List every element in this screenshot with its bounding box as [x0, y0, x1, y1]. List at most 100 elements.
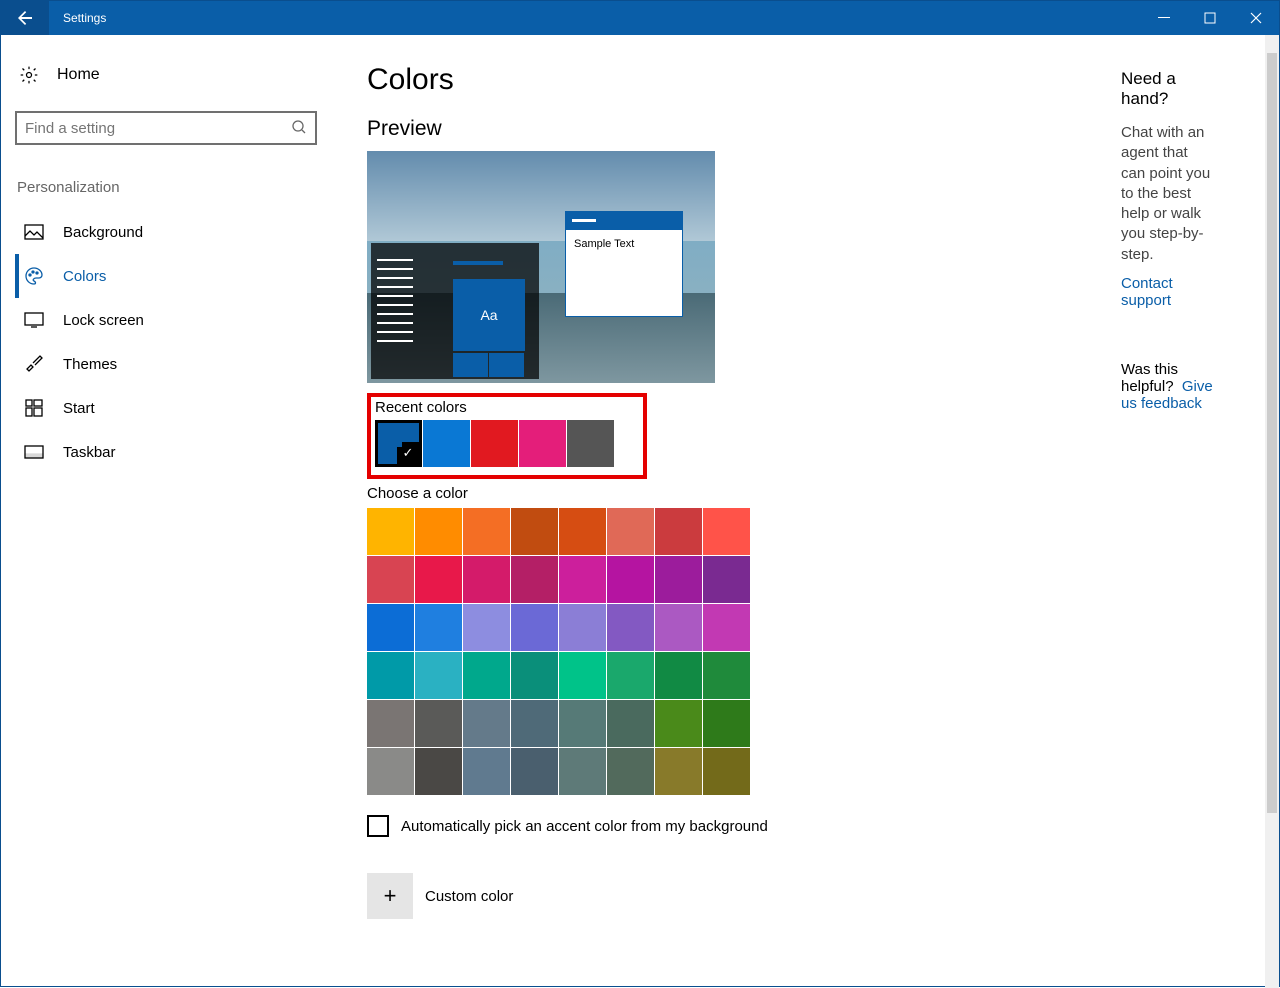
color-swatch[interactable] [607, 604, 654, 651]
custom-color-label: Custom color [425, 888, 513, 905]
sidebar-item-taskbar[interactable]: Taskbar [15, 430, 331, 474]
color-swatch[interactable] [559, 748, 606, 795]
color-swatch[interactable] [655, 556, 702, 603]
color-swatch[interactable] [415, 748, 462, 795]
recent-color-swatch[interactable] [471, 420, 518, 467]
grid-icon [23, 397, 45, 419]
color-swatch[interactable] [655, 652, 702, 699]
color-swatch[interactable] [367, 508, 414, 555]
plus-icon: + [384, 883, 397, 909]
color-swatch[interactable] [655, 508, 702, 555]
minimize-button[interactable] [1141, 1, 1187, 35]
color-swatch[interactable] [415, 652, 462, 699]
search-input[interactable] [25, 120, 291, 137]
sidebar-item-lockscreen[interactable]: Lock screen [15, 298, 331, 342]
color-swatch[interactable] [367, 604, 414, 651]
color-swatch[interactable] [655, 604, 702, 651]
choose-color-label: Choose a color [367, 485, 891, 502]
sidebar-item-background[interactable]: Background [15, 210, 331, 254]
recent-color-swatch[interactable] [567, 420, 614, 467]
taskbar-icon [23, 441, 45, 463]
maximize-button[interactable] [1187, 1, 1233, 35]
color-swatch[interactable] [463, 508, 510, 555]
window-title: Settings [63, 11, 106, 25]
color-swatch[interactable] [703, 748, 750, 795]
home-label: Home [57, 66, 100, 84]
color-swatch[interactable] [367, 652, 414, 699]
color-swatch[interactable] [511, 748, 558, 795]
preview-start-menu: Aa [371, 243, 539, 379]
minimize-icon [1158, 12, 1170, 24]
color-grid [367, 508, 757, 795]
color-swatch[interactable] [655, 700, 702, 747]
color-swatch[interactable] [511, 652, 558, 699]
custom-color-button[interactable]: + [367, 873, 413, 919]
sidebar-item-start[interactable]: Start [15, 386, 331, 430]
recent-color-swatch[interactable] [519, 420, 566, 467]
color-swatch[interactable] [511, 604, 558, 651]
color-swatch[interactable] [463, 604, 510, 651]
chat-text: Chat with an agent that can point you to… [1121, 123, 1211, 265]
color-swatch[interactable] [415, 556, 462, 603]
color-swatch[interactable] [415, 604, 462, 651]
color-swatch[interactable] [559, 556, 606, 603]
search-box[interactable] [15, 111, 317, 145]
recent-color-swatch[interactable]: ✓ [375, 420, 422, 467]
color-swatch[interactable] [559, 652, 606, 699]
auto-accent-label: Automatically pick an accent color from … [401, 818, 768, 835]
need-hand-title: Need a hand? [1121, 69, 1211, 109]
brush-icon [23, 353, 45, 375]
scrollbar[interactable] [1265, 35, 1279, 988]
color-swatch[interactable] [463, 748, 510, 795]
color-swatch[interactable] [703, 508, 750, 555]
color-swatch[interactable] [607, 556, 654, 603]
home-button[interactable]: Home [15, 57, 331, 93]
color-swatch[interactable] [559, 700, 606, 747]
recent-color-swatch[interactable] [423, 420, 470, 467]
color-swatch[interactable] [559, 508, 606, 555]
palette-icon [23, 265, 45, 287]
color-swatch[interactable] [607, 508, 654, 555]
color-swatch[interactable] [703, 556, 750, 603]
color-swatch[interactable] [511, 556, 558, 603]
color-swatch[interactable] [415, 700, 462, 747]
color-swatch[interactable] [607, 700, 654, 747]
preview-heading: Preview [367, 117, 891, 141]
sidebar-item-themes[interactable]: Themes [15, 342, 331, 386]
color-swatch[interactable] [367, 556, 414, 603]
color-swatch[interactable] [463, 556, 510, 603]
close-button[interactable] [1233, 1, 1279, 35]
color-swatch[interactable] [703, 604, 750, 651]
window-controls [1141, 1, 1279, 35]
back-button[interactable] [1, 1, 49, 35]
color-swatch[interactable] [607, 748, 654, 795]
color-swatch[interactable] [463, 700, 510, 747]
sidebar: Home Personalization Background Colors L… [1, 35, 331, 988]
helpful-question: Was this helpful? [1121, 361, 1178, 395]
color-swatch[interactable] [415, 508, 462, 555]
sidebar-item-label: Background [63, 224, 143, 241]
color-swatch[interactable] [655, 748, 702, 795]
close-icon [1250, 12, 1262, 24]
preview: Aa Sample Text [367, 151, 715, 383]
auto-accent-row[interactable]: Automatically pick an accent color from … [367, 815, 891, 837]
sidebar-item-colors[interactable]: Colors [15, 254, 331, 298]
color-swatch[interactable] [559, 604, 606, 651]
color-swatch[interactable] [703, 652, 750, 699]
custom-color-row[interactable]: + Custom color [367, 873, 891, 919]
auto-accent-checkbox[interactable] [367, 815, 389, 837]
color-swatch[interactable] [367, 748, 414, 795]
contact-support-link[interactable]: Contact support [1121, 275, 1211, 309]
color-swatch[interactable] [607, 652, 654, 699]
page-title: Colors [367, 63, 891, 97]
scrollbar-thumb[interactable] [1267, 53, 1277, 813]
color-swatch[interactable] [511, 508, 558, 555]
sidebar-item-label: Taskbar [63, 444, 116, 461]
color-swatch[interactable] [511, 700, 558, 747]
picture-icon [23, 221, 45, 243]
preview-tile: Aa [453, 279, 525, 351]
color-swatch[interactable] [463, 652, 510, 699]
color-swatch[interactable] [367, 700, 414, 747]
color-swatch[interactable] [703, 700, 750, 747]
gear-icon [19, 65, 39, 85]
